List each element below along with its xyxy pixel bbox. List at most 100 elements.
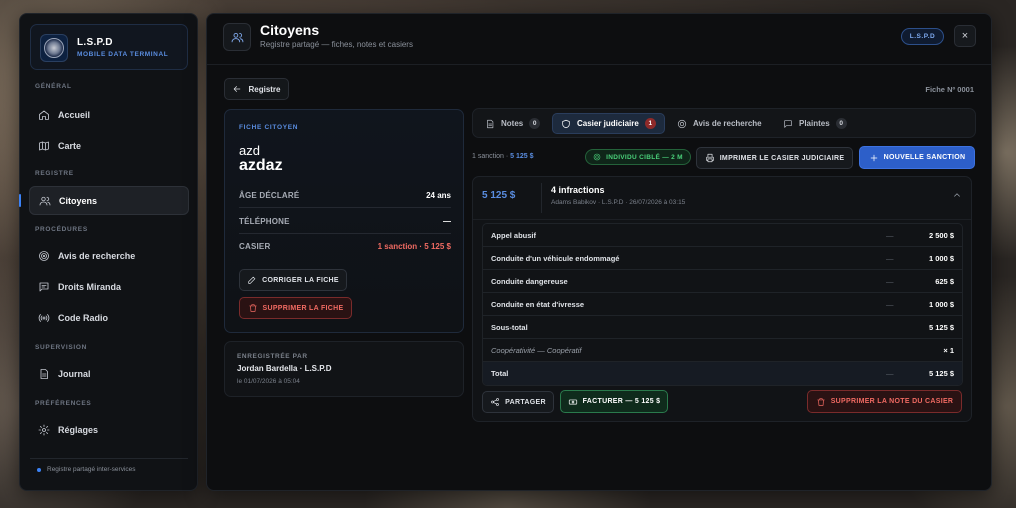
arrow-left-icon xyxy=(234,86,241,92)
trash-icon xyxy=(817,397,825,406)
fiche-number: Fiche Nº 0001 xyxy=(925,85,974,94)
citizen-last-name: azdaz xyxy=(239,157,283,174)
row-dash: — xyxy=(886,276,894,286)
row-dash: — xyxy=(886,369,894,378)
delete-record-button[interactable]: SUPPRIMER LA FICHE xyxy=(239,297,352,319)
table-row: Conduite dangereuse — 625 $ xyxy=(483,270,962,293)
share-button[interactable]: PARTAGER xyxy=(482,391,554,413)
count-badge: 1 xyxy=(644,118,656,129)
plus-icon xyxy=(870,154,877,161)
share-icon xyxy=(491,398,500,406)
delete-note-button[interactable]: SUPPRIMER LA NOTE DU CASIER xyxy=(807,390,962,413)
shield-icon xyxy=(562,119,570,128)
field-key: TÉLÉPHONE xyxy=(239,216,290,226)
note-icon xyxy=(487,119,494,128)
count-badge: 0 xyxy=(529,118,541,129)
section-preferences: PRÉFÉRENCES xyxy=(35,400,92,407)
agency-badge: L.S.P.D xyxy=(901,28,944,45)
row-amount: 1 000 $ xyxy=(928,299,954,309)
page-subtitle: Registre partagé — fiches, notes et casi… xyxy=(260,40,413,49)
targeted-status-badge: INDIVIDU CIBLÉ — 2 M xyxy=(585,149,691,165)
status-dot-icon xyxy=(37,467,41,472)
field-value: 24 ans xyxy=(426,190,451,200)
section-general: GÉNÉRAL xyxy=(35,83,72,90)
sanction-meta: Adams Babikov · L.S.P.D · 26/07/2026 à 0… xyxy=(551,199,686,206)
button-label: SUPPRIMER LA NOTE DU CASIER xyxy=(830,398,954,405)
field-phone: TÉLÉPHONE — xyxy=(239,209,451,234)
row-dash: — xyxy=(886,299,894,309)
button-label: NOUVELLE SANCTION xyxy=(883,154,966,161)
button-label: PARTAGER xyxy=(505,398,546,406)
target-icon xyxy=(39,250,49,261)
close-button[interactable]: × xyxy=(954,25,976,47)
header-divider xyxy=(207,64,991,65)
sidebar: L.S.P.D MOBILE DATA TERMINAL GÉNÉRAL Acc… xyxy=(19,13,198,491)
tab-avis-de-recherche[interactable]: Avis de recherche xyxy=(669,113,770,134)
section-procedures: PROCÉDURES xyxy=(35,226,88,233)
subtotal-row: Sous-total 5 125 $ xyxy=(483,316,962,339)
row-amount: 2 500 $ xyxy=(928,230,954,240)
citizen-first-name: azd xyxy=(239,143,260,158)
document-icon xyxy=(40,368,48,379)
row-dash: — xyxy=(886,230,894,240)
sidebar-item-journal[interactable]: Journal xyxy=(29,360,189,387)
edit-record-button[interactable]: CORRIGER LA FICHE xyxy=(239,269,347,291)
field-age: ÂGE DÉCLARÉ 24 ans xyxy=(239,183,451,208)
sidebar-item-avis-de-recherche[interactable]: Avis de recherche xyxy=(29,242,189,269)
field-record: CASIER 1 sanction · 5 125 $ xyxy=(239,234,451,259)
card-section-label: FICHE CITOYEN xyxy=(239,124,299,131)
sidebar-item-reglages[interactable]: Réglages xyxy=(29,416,189,443)
tab-notes[interactable]: Notes 0 xyxy=(477,113,548,134)
citizen-card: FICHE CITOYEN azd azdaz ÂGE DÉCLARÉ 24 a… xyxy=(224,109,464,333)
field-key: ÂGE DÉCLARÉ xyxy=(239,190,300,200)
chevron-up-icon[interactable] xyxy=(952,190,962,200)
registered-name: Jordan Bardella · L.S.P.D xyxy=(237,364,332,373)
summary-amount: 5 125 $ xyxy=(510,153,534,160)
row-label: Conduite dangereuse xyxy=(491,276,568,286)
sidebar-item-label: Avis de recherche xyxy=(58,250,136,261)
bill-button[interactable]: FACTURER — 5 125 $ xyxy=(560,390,668,413)
summary-prefix: 1 sanction · xyxy=(472,153,511,160)
button-label: IMPRIMER LE CASIER JUDICIAIRE xyxy=(719,154,845,162)
trash-icon xyxy=(248,304,257,312)
back-button[interactable]: Registre xyxy=(224,78,289,100)
divider xyxy=(473,219,971,220)
sidebar-item-droits-miranda[interactable]: Droits Miranda xyxy=(29,273,189,300)
row-label: Conduite en état d'ivresse xyxy=(491,299,585,309)
registered-by-card: ENREGISTRÉE PAR Jordan Bardella · L.S.P.… xyxy=(224,341,464,397)
sidebar-item-label: Accueil xyxy=(58,109,91,120)
tab-plaintes[interactable]: Plaintes 0 xyxy=(775,113,855,134)
row-label: Coopérativité — Coopératif xyxy=(491,345,582,355)
row-amount: 1 000 $ xyxy=(928,253,954,263)
tab-casier-judiciaire[interactable]: Casier judiciaire 1 xyxy=(552,113,665,134)
row-amount: × 1 xyxy=(943,345,954,355)
new-sanction-button[interactable]: NOUVELLE SANCTION xyxy=(859,146,975,169)
users-icon xyxy=(39,196,51,205)
message-icon xyxy=(784,119,792,128)
sidebar-item-carte[interactable]: Carte xyxy=(29,132,189,159)
sidebar-item-accueil[interactable]: Accueil xyxy=(29,101,189,128)
back-label: Registre xyxy=(248,84,281,94)
gear-icon xyxy=(38,424,50,435)
row-amount: 5 125 $ xyxy=(928,369,954,378)
active-indicator xyxy=(19,194,21,207)
table-row: Conduite en état d'ivresse — 1 000 $ xyxy=(483,293,962,316)
footer-text: Registre partagé inter-services xyxy=(47,466,136,473)
home-icon xyxy=(39,110,49,120)
target-icon xyxy=(593,153,601,161)
message-icon xyxy=(39,282,49,291)
row-label: Appel abusif xyxy=(491,230,537,240)
total-row: Total — 5 125 $ xyxy=(483,362,962,385)
badge-label: INDIVIDU CIBLÉ — 2 M xyxy=(606,153,683,161)
tab-label: Plaintes xyxy=(799,119,830,128)
cooperation-row: Coopérativité — Coopératif × 1 xyxy=(483,339,962,362)
infractions-table: Appel abusif — 2 500 $ Conduite d'un véhic… xyxy=(482,223,963,386)
row-label: Conduite d'un véhicule endommagé xyxy=(491,253,620,263)
count-badge: 0 xyxy=(835,118,847,129)
sidebar-item-label: Droits Miranda xyxy=(58,281,122,292)
printer-icon xyxy=(706,153,714,163)
sidebar-item-citoyens[interactable]: Citoyens xyxy=(19,186,189,215)
sidebar-item-code-radio[interactable]: Code Radio xyxy=(29,304,189,331)
print-record-button[interactable]: IMPRIMER LE CASIER JUDICIAIRE xyxy=(696,147,853,169)
row-amount: 625 $ xyxy=(935,276,954,286)
